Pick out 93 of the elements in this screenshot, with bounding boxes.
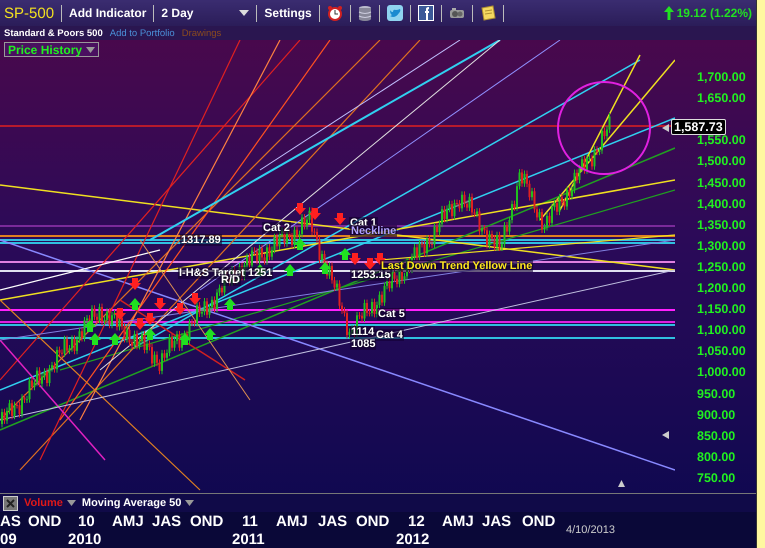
down-arrow-icon: [364, 258, 376, 270]
up-arrow-icon: [179, 333, 191, 345]
chart-annotation: Last Down Trend Yellow Line: [380, 260, 534, 272]
axis-label: OND: [28, 513, 62, 530]
note-icon[interactable]: [480, 5, 496, 21]
caret-icon: [66, 500, 76, 506]
square-logo-icon[interactable]: [418, 5, 434, 21]
down-arrow-icon: [309, 208, 321, 220]
axis-label: 1,450.00: [697, 176, 746, 190]
axis-label: AS: [0, 513, 21, 530]
axis-label: 750.00: [697, 470, 736, 485]
down-arrow-icon: [144, 313, 156, 325]
indicator-dropdown[interactable]: Volume: [24, 497, 76, 509]
down-arrow-icon: [294, 203, 306, 215]
axis-label: 1,050.00: [697, 344, 746, 358]
toolbar-button[interactable]: Add Indicator: [69, 6, 146, 20]
axis-label: 850.00: [697, 428, 736, 443]
axis-label: 11: [242, 513, 258, 530]
alarm-clock-icon[interactable]: [326, 5, 343, 21]
chart-annotation: Cat 5: [377, 308, 406, 320]
down-arrow-icon: [174, 303, 186, 315]
axis-label: JAS: [152, 513, 182, 530]
link[interactable]: Add to Portfolio: [110, 28, 175, 38]
chart-annotation: 1253.15: [350, 269, 392, 281]
axis-label: JAS: [318, 513, 348, 530]
chart-annotation: 1317.89: [180, 234, 222, 246]
axis-label: JAS: [482, 513, 512, 530]
date-label: 4/10/2013: [566, 524, 615, 536]
price-change: 19.12 (1.22%): [676, 6, 752, 20]
down-arrow-icon: [334, 213, 346, 225]
axis-label: 1,300.00: [697, 238, 746, 253]
axis-label: 2011: [232, 531, 265, 548]
symbol-label: SP-500: [4, 4, 54, 22]
axis-label: 1,150.00: [697, 302, 746, 316]
up-arrow-icon: [109, 333, 121, 345]
axis-label: 1,350.00: [697, 218, 746, 232]
down-arrow-icon: [154, 298, 166, 310]
axis-label: 09: [0, 531, 17, 548]
axis-label: 1,250.00: [697, 260, 746, 274]
index-name: Standard & Poors 500: [4, 28, 103, 38]
axis-label: 900.00: [697, 408, 736, 422]
axis-label: 10: [78, 513, 95, 530]
axis-label: 1,550.00: [697, 133, 746, 148]
up-arrow-icon: [204, 328, 216, 340]
axis-label: 1,500.00: [697, 154, 746, 168]
up-arrow-icon: [84, 320, 96, 332]
toolbar-button[interactable]: Settings: [264, 6, 312, 20]
axis-label: OND: [190, 513, 224, 530]
view-dropdown[interactable]: Price History: [4, 42, 100, 57]
up-arrow-icon: [129, 298, 141, 310]
bird-icon[interactable]: [386, 5, 403, 21]
axis-label: 12: [408, 513, 425, 530]
last-price-label: 1,587.73: [671, 119, 726, 135]
database-icon[interactable]: [358, 5, 372, 21]
axis-label: AMJ: [112, 513, 144, 530]
down-arrow-icon: [349, 253, 361, 265]
down-arrow-icon: [189, 293, 201, 305]
axis-label: 2010: [68, 531, 102, 548]
caret-icon: [185, 500, 194, 506]
axis-label: AMJ: [276, 513, 308, 530]
up-arrow-icon: [319, 262, 331, 274]
axis-label: OND: [522, 513, 556, 530]
up-arrow-icon: [144, 328, 156, 340]
axis-label: OND: [356, 513, 390, 530]
down-arrow-icon: [129, 278, 141, 290]
up-arrow-icon: [89, 333, 101, 345]
down-arrow-icon: [114, 308, 126, 320]
pointer-icon: [618, 479, 625, 487]
axis-label: 2012: [396, 531, 430, 548]
axis-label: 800.00: [697, 450, 736, 464]
caret-icon: [239, 10, 250, 16]
up-arrow-icon: [339, 248, 351, 260]
axis-label: 1,200.00: [697, 281, 746, 295]
up-arrow-icon: [224, 298, 236, 310]
axis-label: 1,400.00: [697, 196, 746, 211]
pointer-icon: [662, 124, 669, 132]
axis-label: 950.00: [697, 386, 736, 400]
axis-label: 1,650.00: [697, 91, 746, 106]
axis-label: 1,100.00: [697, 323, 746, 338]
down-arrow-icon: [134, 318, 146, 330]
pointer-icon: [662, 431, 669, 439]
chart-annotation: Cat 2: [262, 222, 291, 234]
indicator-dropdown[interactable]: Moving Average 50: [82, 497, 194, 509]
period-dropdown[interactable]: 2 Day: [161, 6, 250, 20]
caret-icon: [86, 46, 96, 52]
axis-label: 1,000.00: [697, 365, 746, 380]
axis-label: AMJ: [442, 513, 474, 530]
up-arrow-icon: [284, 264, 296, 276]
up-arrow-icon: [294, 238, 306, 250]
axis-label: 1,700.00: [697, 70, 746, 84]
camera-icon[interactable]: [448, 7, 465, 19]
up-arrow-icon: [664, 6, 674, 20]
chart-annotation: Cat 4: [375, 329, 404, 341]
